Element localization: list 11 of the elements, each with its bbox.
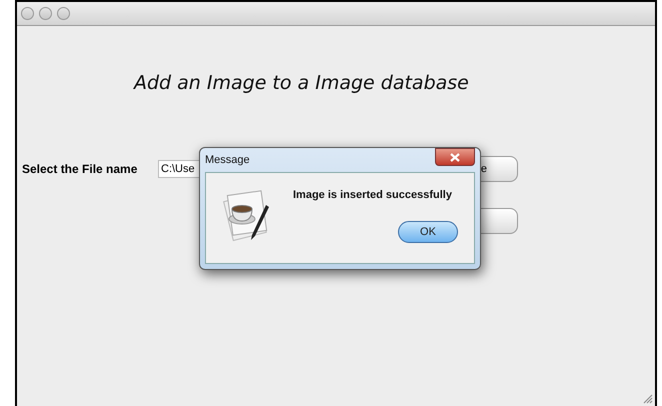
dialog-title: Message bbox=[205, 154, 250, 166]
close-icon bbox=[450, 152, 460, 162]
minimize-window-icon[interactable] bbox=[39, 7, 52, 20]
dialog-message: Image is inserted successfully bbox=[293, 189, 452, 201]
field-label: Select the File name bbox=[22, 162, 138, 176]
close-window-icon[interactable] bbox=[21, 7, 34, 20]
resize-grip-icon[interactable] bbox=[643, 394, 653, 404]
ok-button[interactable]: OK bbox=[398, 221, 458, 243]
close-button[interactable] bbox=[435, 148, 475, 166]
zoom-window-icon[interactable] bbox=[57, 7, 70, 20]
page-heading: Add an Image to a Image database bbox=[134, 71, 470, 94]
